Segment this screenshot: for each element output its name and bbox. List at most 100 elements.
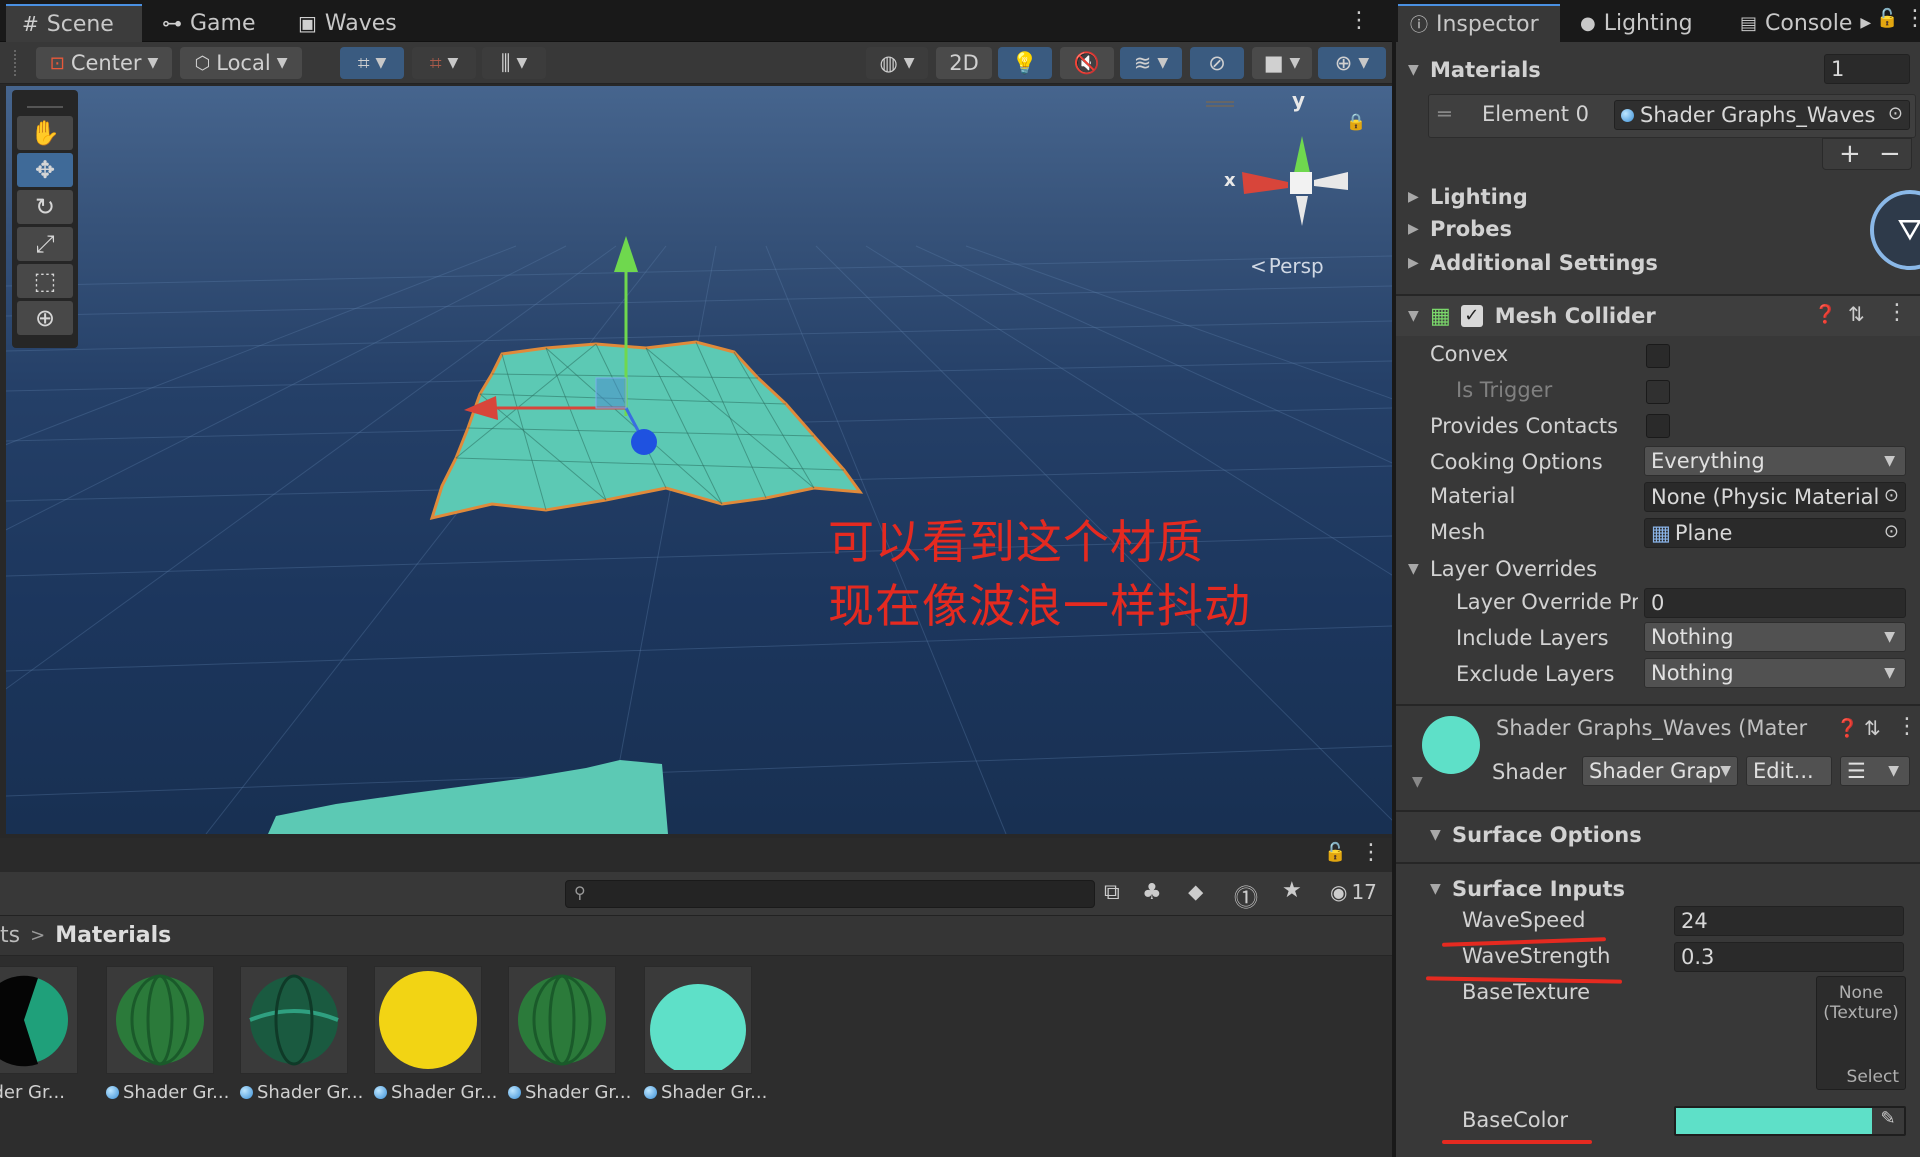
exclude-layers-dropdown[interactable]: Nothing ▼ [1644, 658, 1906, 688]
space-local-button[interactable]: ⬡ Local ▼ [180, 47, 302, 79]
tab-inspector[interactable]: ⓘ Inspector [1398, 4, 1560, 42]
texture-slot[interactable]: None (Texture) Select [1816, 976, 1906, 1090]
material-asset-4[interactable]: Shader Gr... [374, 966, 497, 1103]
divider [1396, 704, 1920, 706]
lock-icon[interactable]: 🔒 [1346, 112, 1366, 131]
physic-material-field[interactable]: None (Physic Material ⊙ [1644, 482, 1906, 512]
more-options-icon[interactable]: ⋮ [1348, 8, 1370, 33]
move-tool-icon[interactable]: ✥ [17, 153, 73, 187]
material-asset-6[interactable]: Shader Gr... [644, 966, 767, 1103]
material-asset-2[interactable]: Shader Gr... [106, 966, 229, 1103]
scale-tool-icon[interactable]: ⤢ [17, 227, 73, 261]
lock-icon[interactable]: 🔓 [1324, 842, 1346, 863]
persp-label: Persp [1268, 254, 1324, 278]
include-layers-dropdown[interactable]: Nothing ▼ [1644, 622, 1906, 652]
more-options-icon[interactable]: ⋮ [1896, 714, 1918, 739]
preset-sliders-icon[interactable]: ⇅ [1864, 716, 1881, 740]
convex-checkbox[interactable] [1646, 344, 1670, 368]
pivot-center-button[interactable]: ⊡ Center ▼ [36, 47, 172, 79]
material-thumbnail [106, 966, 214, 1074]
tab-scene[interactable]: # Scene [6, 4, 142, 42]
material-asset-1[interactable]: hader Gr... [0, 966, 78, 1103]
toolbar-grip[interactable] [14, 50, 18, 76]
help-icon[interactable]: ❓ [1814, 304, 1836, 325]
additional-settings-foldout[interactable]: ▶ Additional Settings [1396, 248, 1920, 278]
eyedropper-icon[interactable]: ✎ [1872, 1108, 1904, 1134]
surface-inputs-foldout[interactable]: ▼ Surface Inputs [1396, 872, 1920, 906]
more-options-icon[interactable]: ⋮ [1360, 840, 1382, 865]
component-enabled-checkbox[interactable]: ✓ [1460, 305, 1483, 327]
2d-toggle-button[interactable]: 2D [936, 47, 992, 79]
foldout-open-icon[interactable]: ▼ [1412, 774, 1423, 790]
more-options-icon[interactable]: ⋮ [1886, 300, 1908, 325]
layer-overrides-foldout[interactable]: ▼ Layer Overrides [1396, 554, 1920, 584]
warning-filter-icon[interactable]: ⓵ [1234, 878, 1258, 913]
object-picker-icon[interactable]: ⊙ [1888, 103, 1903, 124]
camera-button[interactable]: ■ ▼ [1252, 47, 1312, 79]
wavespeed-field[interactable]: 24 [1674, 906, 1904, 936]
scene-tab-bar: # Scene ⊶ Game ▣ Waves ⋮ [0, 0, 1392, 42]
drag-handle-icon[interactable]: ═ [1438, 102, 1451, 126]
wavestrength-field[interactable]: 0.3 [1674, 942, 1904, 972]
filter-type-icon[interactable]: ♣ [1142, 880, 1162, 905]
shader-dropdown[interactable]: Shader Grap ▼ [1582, 756, 1738, 786]
gizmos-button[interactable]: ⊕ ▼ [1318, 47, 1386, 79]
annotation-underline [1442, 1140, 1592, 1144]
material-label: Shader Gr... [391, 1082, 498, 1103]
provides-contacts-checkbox[interactable] [1646, 414, 1670, 438]
probes-foldout[interactable]: ▶ Probes [1396, 214, 1920, 244]
eye-slash-icon: ⊘ [1208, 51, 1226, 75]
material-thumbnail [374, 966, 482, 1074]
transform-tool-icon[interactable]: ⊕ [17, 301, 73, 335]
color-swatch [1676, 1108, 1872, 1134]
object-picker-icon[interactable]: ⊙ [1884, 521, 1899, 542]
object-picker-icon[interactable]: ⊙ [1883, 485, 1899, 506]
lighting-toggle-button[interactable]: 💡 [998, 47, 1052, 79]
lighting-foldout[interactable]: ▶ Lighting [1396, 182, 1920, 212]
hand-tool-icon[interactable]: ✋ [17, 116, 73, 150]
surface-inputs-title: Surface Inputs [1452, 877, 1626, 901]
texture-select-button[interactable]: Select [1847, 1067, 1899, 1087]
basecolor-field[interactable]: ✎ [1674, 1106, 1906, 1136]
project-search-input[interactable]: ⚲ [565, 880, 1095, 908]
material-asset-5[interactable]: Shader Gr... [508, 966, 631, 1103]
visible-count[interactable]: ◉ 17 [1330, 880, 1377, 904]
draw-mode-button[interactable]: ◍ ▼ [866, 47, 928, 79]
label-filter-icon[interactable]: ⬥ [1188, 880, 1203, 905]
tab-game[interactable]: ⊶ Game [146, 4, 272, 42]
preset-sliders-icon[interactable]: ⇅ [1848, 302, 1865, 326]
rect-tool-icon[interactable]: ⬚ [17, 264, 73, 298]
persp-toggle[interactable]: < Persp [1250, 254, 1324, 278]
shader-options-button[interactable]: ☰ ▼ [1840, 756, 1910, 786]
add-element-button[interactable]: + [1839, 139, 1861, 169]
material-asset-3[interactable]: Shader Gr... [240, 966, 363, 1103]
audio-toggle-button[interactable]: 🔇 [1060, 47, 1114, 79]
tab-lighting[interactable]: ● Lighting [1568, 4, 1705, 42]
help-icon[interactable]: ❓ [1836, 718, 1858, 739]
tab-waves[interactable]: ▣ Waves [282, 4, 413, 42]
lock-icon[interactable]: 🔓 [1876, 8, 1898, 29]
rotate-tool-icon[interactable]: ↻ [17, 190, 73, 224]
remove-element-button[interactable]: − [1879, 139, 1901, 169]
favorite-star-icon[interactable]: ★ [1282, 878, 1302, 903]
effects-button[interactable]: ≋ ▼ [1120, 47, 1182, 79]
tab-console[interactable]: ▤ Console ▶ [1728, 4, 1883, 42]
ruler-button[interactable]: ⫼ ▼ [482, 47, 546, 79]
scene-viewport[interactable]: y x 🔒 < Persp 可以看到这个材质 现在像波浪一样抖动 [6, 86, 1392, 834]
exclude-layers-value: Nothing [1651, 661, 1734, 685]
cooking-options-dropdown[interactable]: Everything ▼ [1644, 446, 1906, 476]
element-0-field[interactable]: Shader Graphs_Waves ⊙ [1614, 100, 1910, 130]
grid-snap-button[interactable]: ⌗ ▼ [340, 47, 404, 79]
palette-grip[interactable] [27, 94, 63, 108]
mesh-collider-header[interactable]: ▼ ▦ ✓ Mesh Collider [1396, 296, 1920, 336]
visibility-toggle-button[interactable]: ⊘ [1190, 47, 1244, 79]
layer-priority-field[interactable]: 0 [1644, 588, 1906, 618]
increment-snap-button[interactable]: ⌗ ▼ [412, 47, 476, 79]
materials-size-field[interactable]: 1 [1824, 54, 1910, 84]
mesh-field[interactable]: ▦ Plane ⊙ [1644, 518, 1906, 548]
filter-window-icon[interactable]: ⧉ [1104, 880, 1120, 905]
surface-options-foldout[interactable]: ▼ Surface Options [1396, 818, 1920, 852]
edit-shader-button[interactable]: Edit... [1746, 756, 1832, 786]
more-options-icon[interactable]: ⋮ [1904, 6, 1920, 31]
breadcrumb-prev[interactable]: ts [0, 923, 20, 948]
